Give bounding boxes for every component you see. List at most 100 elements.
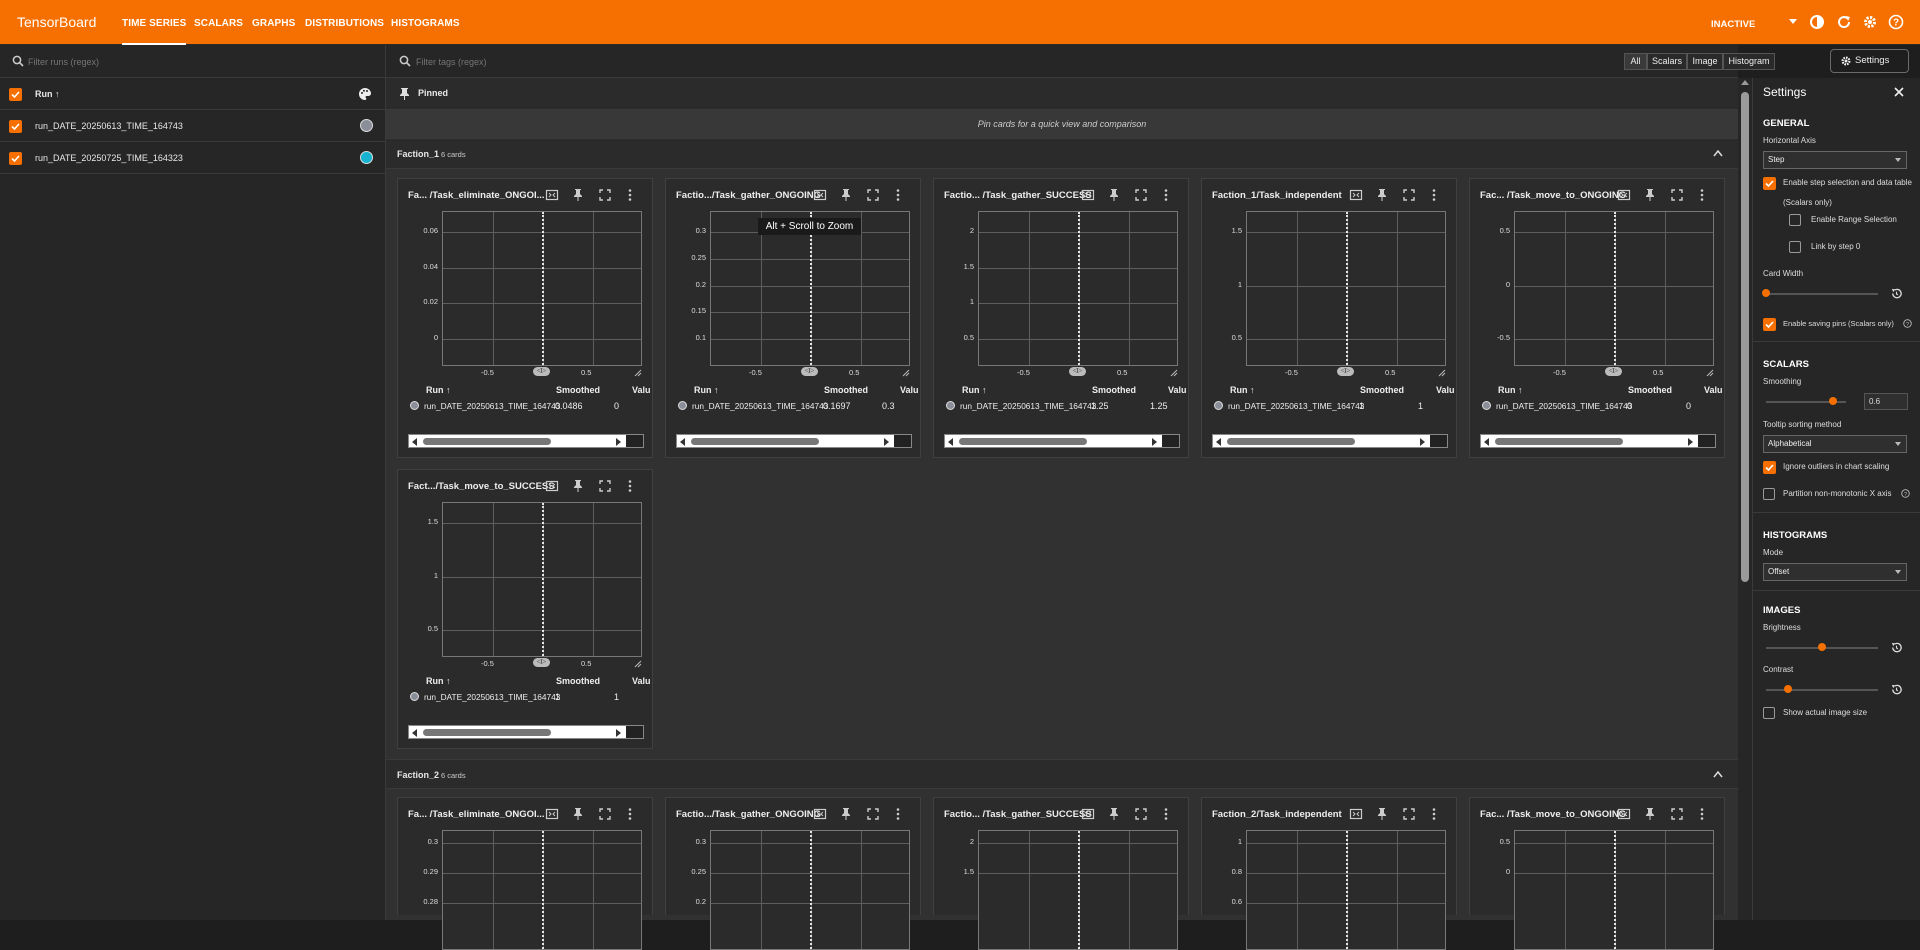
scroll-right-arrow-icon[interactable] <box>616 729 621 737</box>
reset-icon[interactable] <box>1890 683 1903 696</box>
run-checkbox[interactable] <box>9 120 22 133</box>
table-header-run[interactable]: Run ↑ <box>426 385 451 395</box>
step-handle[interactable]: ◁▷ <box>1069 367 1086 376</box>
resize-handle[interactable] <box>626 726 643 738</box>
brightness-slider[interactable] <box>1818 643 1826 651</box>
table-header-value[interactable]: Valu <box>632 385 652 395</box>
fullscreen-icon[interactable] <box>1670 188 1684 202</box>
chart-plot-area[interactable] <box>1246 211 1446 366</box>
pin-icon[interactable] <box>571 807 585 821</box>
pin-icon[interactable] <box>839 807 853 821</box>
run-row[interactable]: run_DATE_20250725_TIME_164323 <box>0 142 386 174</box>
table-header-smoothed[interactable]: Smoothed <box>1092 385 1136 395</box>
chart-plot-area[interactable] <box>442 211 642 366</box>
table-header-smoothed[interactable]: Smoothed <box>556 676 600 686</box>
step-selector-line[interactable] <box>542 831 544 949</box>
scrollbar-thumb[interactable] <box>423 438 551 445</box>
reset-icon[interactable] <box>1890 641 1903 654</box>
actual-size-checkbox[interactable] <box>1763 707 1775 719</box>
reload-icon[interactable] <box>1836 14 1852 30</box>
smoothing-slider[interactable] <box>1829 397 1837 405</box>
scrollbar-thumb[interactable] <box>1227 438 1355 445</box>
more-vert-icon[interactable] <box>623 479 637 493</box>
resize-handle[interactable] <box>1162 435 1179 447</box>
run-column-header[interactable]: Run ↑ <box>35 89 60 99</box>
chart-plot-area[interactable] <box>1514 211 1714 366</box>
close-icon[interactable] <box>1894 87 1904 97</box>
table-scrollbar[interactable] <box>1480 434 1716 448</box>
scroll-right-arrow-icon[interactable] <box>616 438 621 446</box>
resize-handle-icon[interactable] <box>1438 369 1446 377</box>
fullscreen-icon[interactable] <box>1670 807 1684 821</box>
run-color-swatch[interactable] <box>360 119 373 132</box>
table-scrollbar[interactable] <box>676 434 912 448</box>
data-table-icon[interactable] <box>813 188 827 202</box>
more-vert-icon[interactable] <box>623 188 637 202</box>
fullscreen-icon[interactable] <box>1402 188 1416 202</box>
fullscreen-icon[interactable] <box>598 807 612 821</box>
card-width-track[interactable] <box>1766 293 1878 295</box>
data-table-icon[interactable] <box>1081 188 1095 202</box>
chart-plot-area[interactable] <box>1514 830 1714 950</box>
data-table-icon[interactable] <box>545 807 559 821</box>
group-header-faction-2[interactable]: Faction_2 6 cards <box>386 759 1738 789</box>
step-handle[interactable]: ◁▷ <box>801 367 818 376</box>
fullscreen-icon[interactable] <box>598 188 612 202</box>
enable-range-checkbox[interactable] <box>1789 214 1801 226</box>
resize-handle-icon[interactable] <box>902 369 910 377</box>
scroll-left-arrow-icon[interactable] <box>412 729 417 737</box>
data-table-icon[interactable] <box>1349 807 1363 821</box>
contrast-track[interactable] <box>1766 689 1878 691</box>
scroll-right-arrow-icon[interactable] <box>884 438 889 446</box>
chart-plot-area[interactable] <box>710 830 910 950</box>
enable-pins-checkbox[interactable] <box>1763 318 1776 331</box>
chart-plot-area[interactable] <box>978 211 1178 366</box>
fullscreen-icon[interactable] <box>1134 807 1148 821</box>
palette-icon[interactable] <box>358 87 372 101</box>
tooltip-sort-select[interactable]: Alphabetical <box>1763 435 1907 453</box>
more-vert-icon[interactable] <box>1427 188 1441 202</box>
pin-icon[interactable] <box>839 188 853 202</box>
table-header-smoothed[interactable]: Smoothed <box>1360 385 1404 395</box>
table-header-run[interactable]: Run ↑ <box>1230 385 1255 395</box>
pin-icon[interactable] <box>1643 807 1657 821</box>
table-header-run[interactable]: Run ↑ <box>962 385 987 395</box>
scroll-right-arrow-icon[interactable] <box>1420 438 1425 446</box>
step-selector-line[interactable] <box>542 212 544 365</box>
reset-icon[interactable] <box>1890 287 1903 300</box>
chevron-down-icon[interactable] <box>1788 18 1798 26</box>
scroll-right-arrow-icon[interactable] <box>1688 438 1693 446</box>
enable-step-selection-checkbox[interactable] <box>1763 177 1776 190</box>
scrollbar-thumb[interactable] <box>1741 92 1749 582</box>
resize-handle-icon[interactable] <box>634 660 642 668</box>
filter-scalars-button[interactable]: Scalars <box>1647 53 1687 70</box>
chart-plot-area[interactable] <box>442 502 642 657</box>
run-row[interactable]: run_DATE_20250613_TIME_164743 <box>0 110 386 142</box>
table-scrollbar[interactable] <box>944 434 1180 448</box>
fullscreen-icon[interactable] <box>1402 807 1416 821</box>
chart-plot-area[interactable] <box>1246 830 1446 950</box>
filter-all-button[interactable]: All <box>1624 53 1647 70</box>
chevron-up-icon[interactable] <box>1713 771 1723 778</box>
run-checkbox[interactable] <box>9 152 22 165</box>
resize-handle[interactable] <box>894 435 911 447</box>
resize-handle[interactable] <box>626 435 643 447</box>
tab-time-series[interactable]: TIME SERIES <box>122 18 187 45</box>
tags-filter-input[interactable] <box>416 54 816 69</box>
more-vert-icon[interactable] <box>891 188 905 202</box>
fullscreen-icon[interactable] <box>598 479 612 493</box>
pin-icon[interactable] <box>571 188 585 202</box>
data-table-icon[interactable] <box>1617 188 1631 202</box>
filter-histogram-button[interactable]: Histogram <box>1723 53 1775 70</box>
more-vert-icon[interactable] <box>1159 807 1173 821</box>
table-scrollbar[interactable] <box>408 725 644 739</box>
table-header-value[interactable]: Valu <box>900 385 920 395</box>
contrast-slider[interactable] <box>1784 685 1792 693</box>
resize-handle[interactable] <box>1698 435 1715 447</box>
data-table-icon[interactable] <box>1081 807 1095 821</box>
table-header-smoothed[interactable]: Smoothed <box>824 385 868 395</box>
step-selector-line[interactable] <box>1346 831 1348 949</box>
table-header-value[interactable]: Valu <box>1436 385 1456 395</box>
scrollbar-thumb[interactable] <box>423 729 551 736</box>
main-scrollbar[interactable] <box>1738 78 1752 920</box>
